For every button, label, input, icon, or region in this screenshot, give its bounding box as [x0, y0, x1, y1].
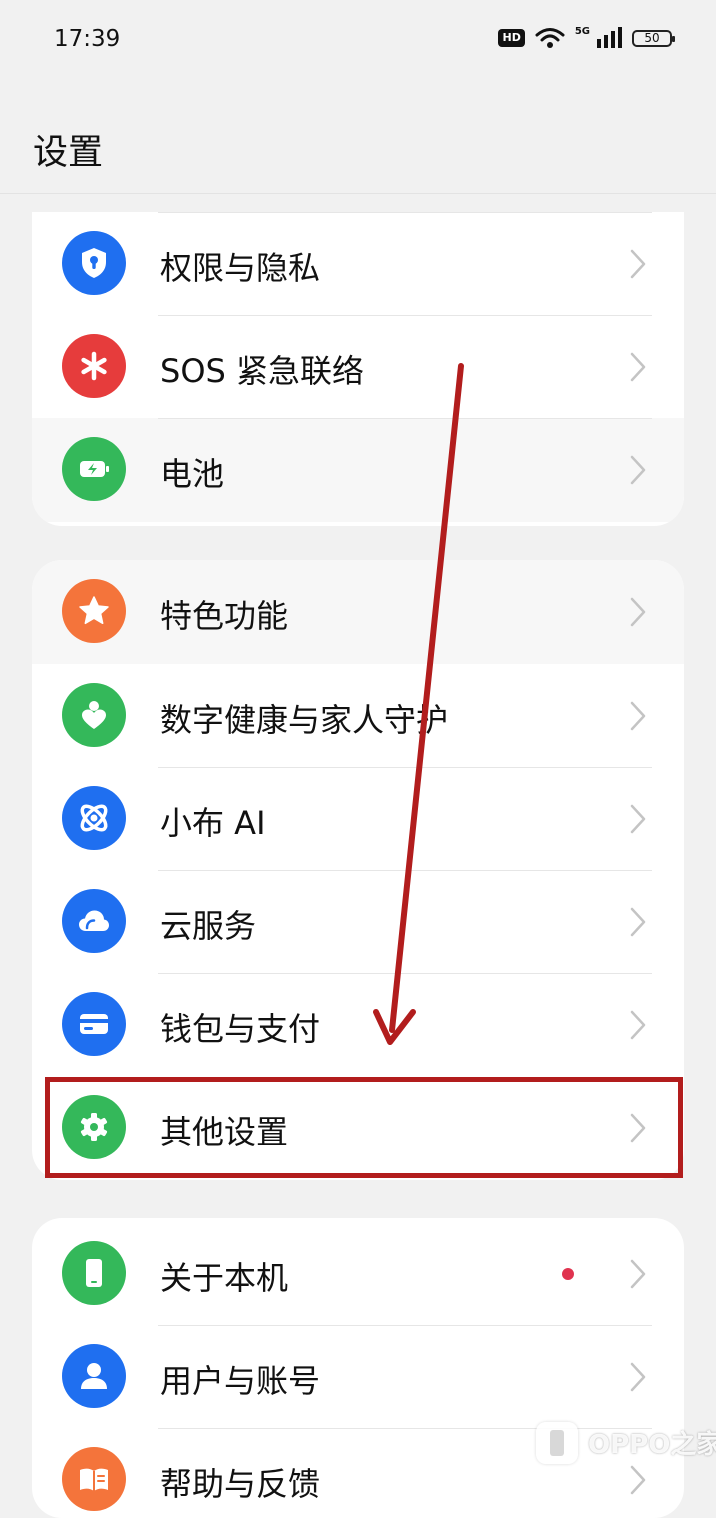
settings-item-permissions-privacy[interactable]: 权限与隐私 [32, 212, 684, 316]
status-bar: 17:39 HD 5G 50 [0, 0, 716, 84]
settings-item-special-features[interactable]: 特色功能 [32, 560, 684, 664]
settings-group-features: 特色功能 数字健康与家人守护 小布 AI 云服务 钱包与支付 其他设置 [32, 560, 684, 1180]
user-icon [62, 1344, 126, 1408]
sos-asterisk-icon [62, 334, 126, 398]
settings-item-wallet-payment[interactable]: 钱包与支付 [32, 973, 684, 1077]
phone-icon [62, 1241, 126, 1305]
settings-item-digital-wellbeing[interactable]: 数字健康与家人守护 [32, 664, 684, 768]
settings-group-security: 权限与隐私 SOS 紧急联络 电池 [32, 212, 684, 526]
battery-icon: 50 [632, 29, 675, 47]
chevron-right-icon [630, 352, 646, 382]
chevron-right-icon [630, 1259, 646, 1289]
network-type-label: 5G [574, 25, 590, 37]
settings-item-breeno-ai[interactable]: 小布 AI [32, 767, 684, 871]
row-divider [158, 418, 652, 419]
settings-item-label: 用户与账号 [160, 1362, 321, 1400]
settings-item-battery[interactable]: 电池 [32, 418, 684, 522]
watermark-logo-icon [536, 1422, 578, 1464]
settings-item-label: 其他设置 [160, 1113, 289, 1151]
settings-item-label: 钱包与支付 [160, 1010, 321, 1048]
settings-item-label: 关于本机 [160, 1259, 289, 1297]
settings-item-label: 帮助与反馈 [160, 1465, 321, 1503]
chevron-right-icon [630, 249, 646, 279]
row-divider [158, 315, 652, 316]
wallet-card-icon [62, 992, 126, 1056]
star-icon [62, 579, 126, 643]
chevron-right-icon [630, 455, 646, 485]
shield-lock-icon [62, 231, 126, 295]
chevron-right-icon [630, 701, 646, 731]
settings-item-users-accounts[interactable]: 用户与账号 [32, 1325, 684, 1429]
chevron-right-icon [630, 597, 646, 627]
row-divider [158, 973, 652, 974]
gear-icon [62, 1095, 126, 1159]
settings-item-other-settings[interactable]: 其他设置 [32, 1076, 684, 1180]
chevron-right-icon [630, 1010, 646, 1040]
settings-item-label: 权限与隐私 [160, 249, 321, 287]
settings-item-label: SOS 紧急联络 [160, 352, 364, 390]
status-time: 17:39 [54, 26, 121, 52]
battery-charging-icon [62, 437, 126, 501]
page-title: 设置 [33, 133, 104, 173]
watermark-text: OPPO之家 [588, 1430, 716, 1460]
row-divider [158, 767, 652, 768]
settings-item-cloud-service[interactable]: 云服务 [32, 870, 684, 974]
update-badge-dot [562, 1268, 574, 1280]
settings-item-label: 数字健康与家人守护 [160, 701, 449, 739]
settings-item-label: 小布 AI [160, 804, 266, 842]
heart-person-icon [62, 683, 126, 747]
row-divider [158, 870, 652, 871]
chevron-right-icon [630, 804, 646, 834]
row-divider [158, 212, 652, 213]
settings-item-label: 云服务 [160, 907, 257, 945]
row-divider [158, 1325, 652, 1326]
book-help-icon [62, 1447, 126, 1511]
header-divider [0, 193, 716, 194]
settings-item-label: 特色功能 [160, 597, 289, 635]
chevron-right-icon [630, 907, 646, 937]
watermark: OPPO之家 [536, 1418, 716, 1482]
settings-item-about-phone[interactable]: 关于本机 [32, 1222, 684, 1326]
signal-bars-icon [597, 27, 622, 48]
settings-item-sos-emergency[interactable]: SOS 紧急联络 [32, 315, 684, 419]
chevron-right-icon [630, 1362, 646, 1392]
settings-item-label: 电池 [160, 455, 225, 493]
battery-level: 50 [644, 31, 660, 45]
status-icons: HD 5G 50 [498, 25, 675, 49]
cloud-icon [62, 889, 126, 953]
wifi-icon [535, 28, 565, 48]
ai-orbit-icon [62, 786, 126, 850]
chevron-right-icon [630, 1113, 646, 1143]
hd-badge: HD [498, 29, 525, 47]
